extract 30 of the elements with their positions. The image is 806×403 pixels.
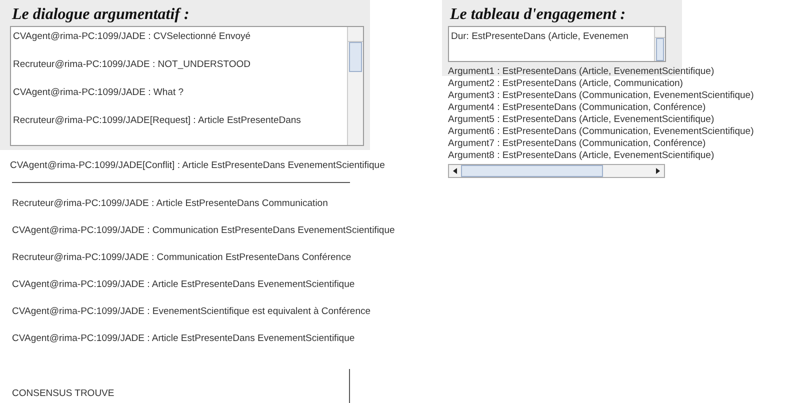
argument-line: Argument5 : EstPresenteDans (Article, EvenementScientifique) [448, 114, 716, 126]
message-line: CVAgent@rima-PC:1099/JADE : Communication EstPresenteDans EvenementScientifique [11, 225, 396, 237]
message-line: CVAgent@rima-PC:1099/JADE : EvenementScientifique est equivalent à Conférence [11, 306, 372, 318]
argument-line: Argument4 : EstPresenteDans (Communication, Conférence) [448, 102, 707, 114]
argument-line: Argument2 : EstPresenteDans (Article, Communication) [448, 78, 684, 90]
message-line: CVAgent@rima-PC:1099/JADE : CVSelectionné Envoyé [13, 31, 252, 43]
engagement-text-area[interactable]: Dur: EstPresenteDans (Article, Evenemen [448, 26, 666, 62]
message-line: Recruteur@rima-PC:1099/JADE : NOT_UNDERSTOOD [13, 59, 252, 71]
argument-line: Argument8 : EstPresenteDans (Article, EvenementScientifique) [448, 150, 716, 162]
argument-line: Argument7 : EstPresenteDans (Communication, Conférence) [448, 138, 707, 150]
message-line: Recruteur@rima-PC:1099/JADE[Request] : Article EstPresenteDans [13, 115, 302, 127]
section-title: Le tableau d'engagement : [448, 6, 627, 24]
message-line: CVAgent@rima-PC:1099/JADE : Article EstPresenteDans EvenementScientifique [11, 333, 356, 345]
status-text: CONSENSUS TROUVE [11, 388, 114, 400]
vertical-scrollbar[interactable] [347, 27, 363, 145]
engagement-line: Dur: EstPresenteDans (Article, Evenemen [450, 30, 630, 44]
vertical-scrollbar[interactable] [654, 27, 665, 61]
right-arrow-icon[interactable] [656, 168, 660, 174]
left-arrow-icon[interactable] [453, 168, 457, 174]
message-line: Recruteur@rima-PC:1099/JADE : Communication EstPresenteDans Conférence [11, 252, 352, 264]
dialogue-text-area[interactable]: CVAgent@rima-PC:1099/JADE : CVSelectionné Envoyé Recruteur@rima-PC:1099/JADE : NOT_UNDERSTOOD CVAgent@rima-PC:1099/JADE : What ? Recruteur@rima-PC:1099/JADE[Request] : Article EstPresenteDans [10, 26, 364, 146]
section-title: Le dialogue argumentatif : [10, 6, 190, 24]
message-line: CVAgent@rima-PC:1099/JADE[Conflit] : Article EstPresenteDans EvenementScientifique [9, 160, 386, 172]
argument-line: Argument6 : EstPresenteDans (Communication, EvenementScientifique) [448, 126, 754, 138]
message-line: CVAgent@rima-PC:1099/JADE : Article EstPresenteDans EvenementScientifique [11, 279, 356, 291]
message-line: Recruteur@rima-PC:1099/JADE : Article EstPresenteDans Communication [11, 198, 329, 210]
message-line: CVAgent@rima-PC:1099/JADE : What ? [13, 87, 185, 99]
argument-line: Argument1 : EstPresenteDans (Article, EvenementScientifique) [448, 66, 716, 78]
argument-line: Argument3 : EstPresenteDans (Communication, EvenementScientifique) [448, 90, 754, 102]
horizontal-scrollbar[interactable] [448, 164, 665, 178]
